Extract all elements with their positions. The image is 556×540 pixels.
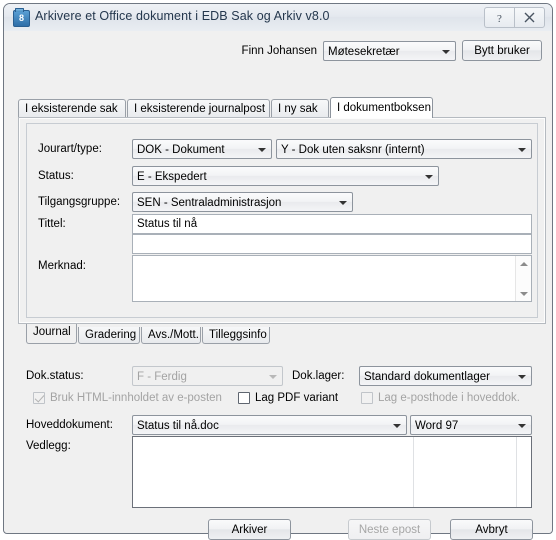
checkbox-box[interactable] <box>33 392 45 404</box>
chevron-down-icon <box>442 49 450 54</box>
inner-tab-gradering[interactable]: Gradering <box>78 327 140 344</box>
role-select[interactable]: Møtesekretær <box>323 40 456 61</box>
hoveddokument-select[interactable]: Status til nå.doc <box>132 415 407 435</box>
column-divider <box>516 437 517 507</box>
tab-i-ny-sak[interactable]: I ny sak <box>271 99 329 117</box>
jourart-label: Jourart/type: <box>38 143 102 155</box>
user-header-row: Finn Johansen Møtesekretær Bytt bruker <box>242 40 542 61</box>
svg-text:?: ? <box>497 13 502 24</box>
tittel-input[interactable]: Status til nå <box>132 214 532 234</box>
tilgangsgruppe-label: Tilgangsgruppe: <box>38 196 121 208</box>
tilgangsgruppe-select-value: SEN - Sentraladministrasjon <box>137 197 282 209</box>
checkbox-box[interactable] <box>238 392 250 404</box>
current-user-label: Finn Johansen <box>241 44 317 57</box>
checkbox-lag-eposthode[interactable]: Lag e-posthode i hoveddok. <box>361 392 520 404</box>
chevron-down-icon <box>518 375 526 379</box>
status-select[interactable]: E - Ekspedert <box>132 166 439 186</box>
tilgangsgruppe-select[interactable]: SEN - Sentraladministrasjon <box>132 192 353 212</box>
tittel-secondary-input[interactable] <box>132 234 532 254</box>
merknad-scrollbar[interactable] <box>515 256 531 301</box>
app-icon: 8 <box>13 8 30 27</box>
help-button[interactable]: ? <box>484 7 514 28</box>
role-select-value: Møtesekretær <box>328 45 400 58</box>
dok-status-select-value: F - Ferdig <box>137 371 187 383</box>
checkbox-bruk-html[interactable]: Bruk HTML-innholdet av e-posten <box>33 392 222 404</box>
chevron-down-icon <box>339 201 347 205</box>
tab-i-eksisterende-journalpost[interactable]: I eksisterende journalpost <box>127 99 270 117</box>
inner-tab-tilleggsinfo[interactable]: Tilleggsinfo <box>202 327 270 344</box>
client-area: Finn Johansen Møtesekretær Bytt bruker I… <box>4 31 552 540</box>
title-bar: 8 Arkivere et Office dokument i EDB Sak … <box>4 4 552 32</box>
scroll-up-icon[interactable] <box>516 256 531 271</box>
chevron-down-icon <box>393 424 401 428</box>
merknad-label: Merknad: <box>38 260 86 272</box>
checkbox-label: Lag PDF variant <box>255 392 339 404</box>
scroll-down-icon[interactable] <box>516 286 531 301</box>
inner-tab-journal[interactable]: Journal <box>26 324 77 344</box>
merknad-textarea[interactable] <box>132 255 532 302</box>
dok-lager-select[interactable]: Standard dokumentlager <box>359 366 532 386</box>
dok-status-select[interactable]: F - Ferdig <box>132 366 283 386</box>
chevron-down-icon <box>518 148 526 152</box>
window-title: Arkivere et Office dokument i EDB Sak og… <box>35 9 330 23</box>
jourart-select[interactable]: DOK - Dokument <box>132 139 272 159</box>
jourart-select-value: DOK - Dokument <box>137 144 225 156</box>
window-controls: ? <box>484 7 545 28</box>
application-window: 8 Arkivere et Office dokument i EDB Sak … <box>3 3 553 540</box>
dok-lager-select-value: Standard dokumentlager <box>364 371 490 383</box>
status-select-value: E - Ekspedert <box>137 171 207 183</box>
checkbox-box[interactable] <box>361 392 373 404</box>
hoveddokument-label: Hoveddokument: <box>26 419 113 431</box>
chevron-down-icon <box>425 175 433 179</box>
checkbox-label: Lag e-posthode i hoveddok. <box>378 392 520 404</box>
dok-status-label: Dok.status: <box>26 370 84 382</box>
chevron-down-icon <box>518 424 526 428</box>
document-format-select-value: Word 97 <box>415 420 459 432</box>
tittel-label: Tittel: <box>38 218 66 230</box>
tab-i-eksisterende-sak[interactable]: I eksisterende sak <box>18 99 126 117</box>
checkbox-lag-pdf-variant[interactable]: Lag PDF variant <box>238 392 338 404</box>
close-icon <box>524 12 535 23</box>
inner-tab-avs-mott[interactable]: Avs./Mott. <box>141 327 201 344</box>
switch-user-button[interactable]: Bytt bruker <box>462 40 542 61</box>
chevron-down-icon <box>258 148 266 152</box>
dok-lager-label: Dok.lager: <box>292 370 345 382</box>
tab-i-dokumentboksen[interactable]: I dokumentboksen <box>330 97 433 118</box>
vedlegg-listbox[interactable] <box>132 436 532 508</box>
hoveddokument-select-value: Status til nå.doc <box>137 420 219 432</box>
status-label: Status: <box>38 170 74 182</box>
jourtype-select-value: Y - Dok uten saksnr (internt) <box>281 144 425 156</box>
chevron-down-icon <box>269 375 277 379</box>
jourtype-select[interactable]: Y - Dok uten saksnr (internt) <box>276 139 532 159</box>
column-divider <box>413 437 414 507</box>
question-mark-icon: ? <box>497 13 502 24</box>
document-format-select[interactable]: Word 97 <box>410 415 532 435</box>
checkbox-label: Bruk HTML-innholdet av e-posten <box>50 392 222 404</box>
close-button[interactable] <box>514 7 545 28</box>
vedlegg-label: Vedlegg: <box>26 440 71 452</box>
